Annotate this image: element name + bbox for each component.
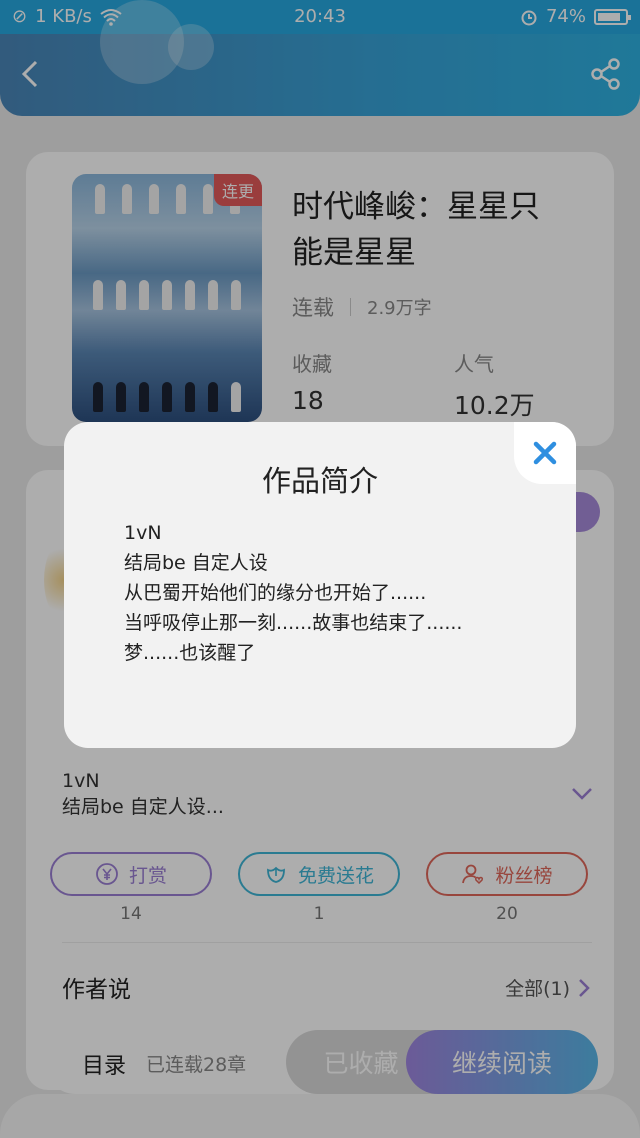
modal-body: 1vN 结局be 自定人设 从巴蜀开始他们的缘分也开始了...... 当呼吸停止… <box>124 518 462 668</box>
synopsis-line: 1vN <box>124 522 162 544</box>
synopsis-modal: 作品简介 1vN 结局be 自定人设 从巴蜀开始他们的缘分也开始了...... … <box>64 422 576 748</box>
close-button[interactable] <box>514 422 576 484</box>
synopsis-line: 梦......也该醒了 <box>124 642 256 664</box>
synopsis-line: 从巴蜀开始他们的缘分也开始了...... <box>124 582 427 604</box>
close-icon <box>533 441 557 465</box>
synopsis-line: 结局be 自定人设 <box>124 552 268 574</box>
synopsis-line: 当呼吸停止那一刻......故事也结束了...... <box>124 612 463 634</box>
modal-title: 作品简介 <box>261 464 378 498</box>
